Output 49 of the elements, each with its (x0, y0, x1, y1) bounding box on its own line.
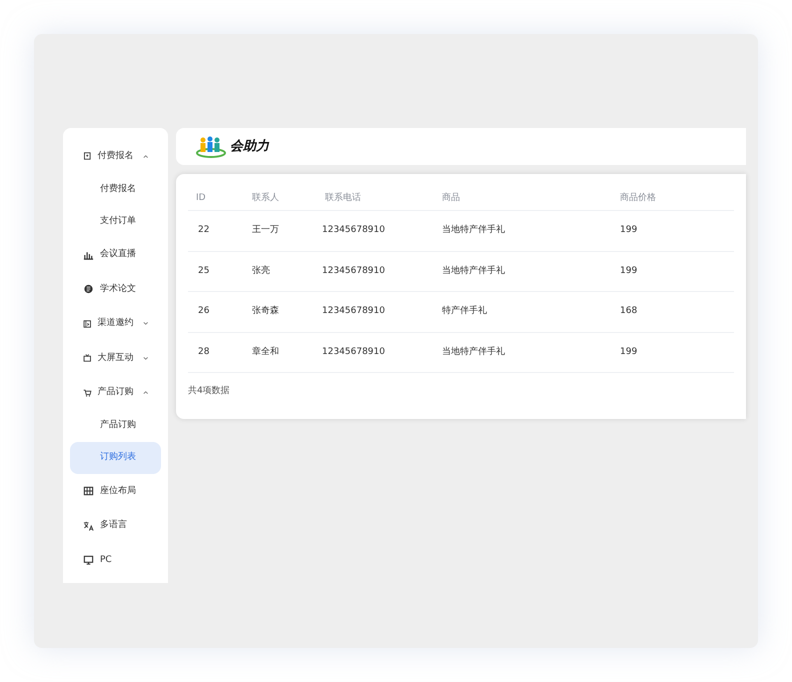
table-cell-text: 当地特产伴手礼 (442, 346, 506, 358)
sidebar-subitem[interactable]: 付费报名 (70, 174, 161, 206)
sidebar-item[interactable]: 多语言 (70, 508, 161, 543)
table-cell-text: 当地特产伴手礼 (442, 224, 506, 237)
logo-text: 会助力 (230, 138, 269, 156)
sidebar-group[interactable]: 产品订购 (70, 376, 161, 410)
sidebar-group[interactable]: 大屏互动 (70, 341, 161, 376)
table-cell-text: 199 (620, 264, 638, 278)
column-header: 联系电话 (324, 192, 362, 205)
table-cell-text: 199 (620, 224, 638, 237)
sidebar-group[interactable]: 渠道邀约 (70, 306, 161, 341)
table-cell-text: 12345678910 (322, 305, 386, 318)
grid-icon (83, 485, 94, 498)
table-cell-text: 12345678910 (322, 264, 386, 278)
column-header: 联系人 (252, 192, 280, 205)
table-cell-text: 22 (197, 224, 210, 237)
table-cell-text: 当地特产伴手礼 (442, 264, 506, 278)
column-header: ID (195, 192, 207, 205)
tv-icon (83, 352, 92, 364)
column-header: 商品价格 (620, 192, 657, 205)
table-cell-text: 特产伴手礼 (442, 305, 488, 318)
table-cell-text: 章全和 (252, 346, 280, 358)
column-header: 商品 (442, 192, 461, 205)
total-count-text: 共4项数据 (188, 384, 231, 398)
table-cell-text: 25 (197, 264, 210, 278)
table-cell-text: 199 (620, 346, 638, 358)
cart-icon (83, 386, 92, 399)
table-cell-text: 12345678910 (322, 224, 386, 237)
monitor-icon (83, 554, 94, 566)
sidebar-group[interactable]: 付费报名 (70, 139, 161, 174)
table-cell-text: 王一万 (252, 224, 280, 237)
form-icon (83, 150, 92, 162)
table-cell-text: 26 (197, 305, 210, 318)
document-icon (83, 283, 94, 296)
sidebar-subitem[interactable]: 产品订购 (70, 410, 161, 442)
sidebar-item[interactable]: 会议直播 (70, 238, 161, 272)
panel-icon (83, 318, 92, 330)
sidebar-item[interactable]: PC (70, 543, 161, 578)
sidebar-subitem[interactable]: 支付订单 (70, 206, 161, 238)
table-cell-text: 张亮 (252, 264, 271, 278)
table-cell-text: 12345678910 (322, 346, 386, 358)
table-cell-text: 28 (197, 346, 210, 358)
people-logo-icon (196, 136, 226, 158)
translate-icon (83, 520, 94, 532)
table-cell-text: 168 (620, 305, 638, 318)
table-cell-text: 张奇森 (252, 305, 280, 318)
sidebar-item[interactable]: 座位布局 (70, 474, 161, 508)
sidebar-subitem[interactable]: 订购列表 (70, 442, 161, 474)
sidebar-item[interactable]: 学术论文 (70, 272, 161, 306)
